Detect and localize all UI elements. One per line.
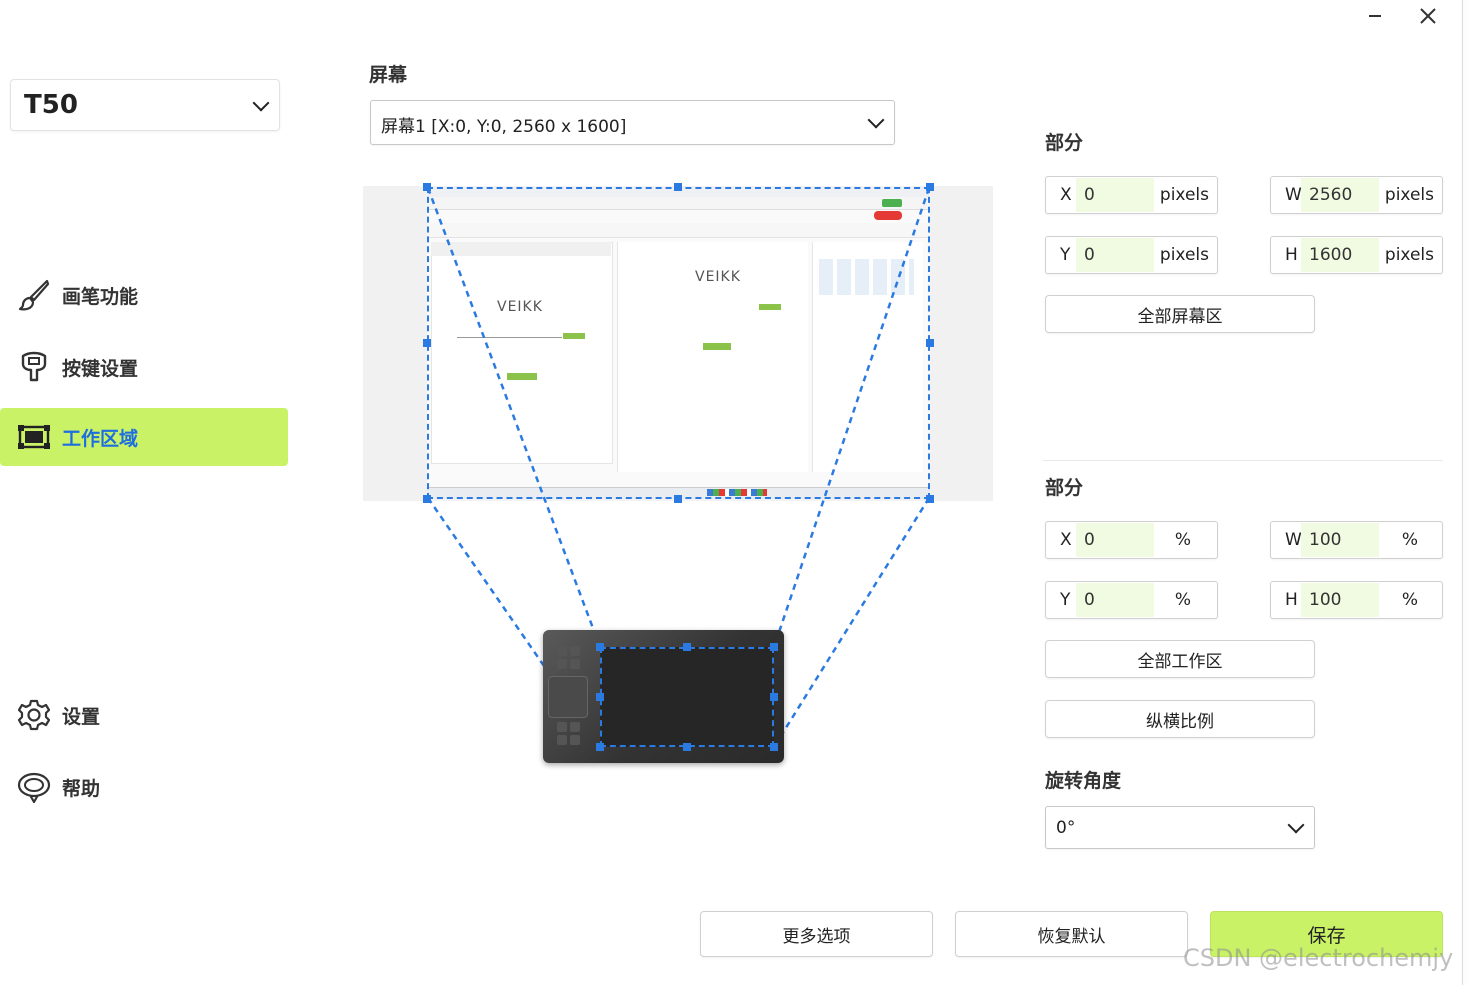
- tablet-key: [570, 735, 580, 745]
- restore-defaults-button[interactable]: 恢复默认: [955, 911, 1188, 957]
- tablet-x-input[interactable]: 0: [1076, 523, 1154, 557]
- field-unit: %: [1174, 590, 1191, 610]
- field-unit: %: [1401, 530, 1418, 550]
- rotation-select-value: 0°: [1056, 818, 1076, 838]
- resize-handle[interactable]: [596, 693, 604, 701]
- resize-handle[interactable]: [683, 643, 691, 651]
- field-unit: pixels: [1384, 185, 1434, 205]
- tablet-y-field[interactable]: Y 0 %: [1045, 581, 1218, 619]
- resize-handle[interactable]: [683, 743, 691, 751]
- field-letter: H: [1285, 590, 1298, 610]
- screen-w-field[interactable]: W 2560 pixels: [1270, 176, 1443, 214]
- screen-w-input[interactable]: 2560: [1301, 178, 1379, 212]
- tablet-selection-frame[interactable]: [600, 647, 774, 747]
- screen-x-field[interactable]: X 0 pixels: [1045, 176, 1218, 214]
- tablet-h-input[interactable]: 100: [1301, 583, 1379, 617]
- section-divider: [1043, 460, 1443, 461]
- full-work-area-button[interactable]: 全部工作区: [1045, 640, 1315, 678]
- screen-y-input[interactable]: 0: [1076, 238, 1154, 272]
- field-letter: Y: [1060, 245, 1071, 265]
- field-unit: %: [1174, 530, 1191, 550]
- tablet-key: [557, 722, 567, 732]
- resize-handle[interactable]: [770, 693, 778, 701]
- field-unit: pixels: [1159, 185, 1209, 205]
- tablet-y-input[interactable]: 0: [1076, 583, 1154, 617]
- field-letter: W: [1285, 530, 1302, 550]
- screen-h-field[interactable]: H 1600 pixels: [1270, 236, 1443, 274]
- resize-handle[interactable]: [596, 643, 604, 651]
- field-letter: H: [1285, 245, 1298, 265]
- more-options-button[interactable]: 更多选项: [700, 911, 933, 957]
- tablet-key: [557, 735, 567, 745]
- screen-h-input[interactable]: 1600: [1301, 238, 1379, 272]
- tablet-area-label: 部分: [1045, 477, 1084, 499]
- full-screen-area-button[interactable]: 全部屏幕区: [1045, 295, 1315, 333]
- resize-handle[interactable]: [596, 743, 604, 751]
- field-letter: X: [1060, 530, 1072, 550]
- tablet-touch-pad: [548, 676, 588, 718]
- field-letter: Y: [1060, 590, 1071, 610]
- tablet-key: [557, 646, 567, 656]
- rotation-select[interactable]: 0°: [1045, 806, 1315, 849]
- tablet-key: [570, 659, 580, 669]
- field-unit: %: [1401, 590, 1418, 610]
- watermark: CSDN @electrochemjy: [1183, 944, 1454, 972]
- tablet-key: [570, 722, 580, 732]
- tablet-w-input[interactable]: 100: [1301, 523, 1379, 557]
- field-letter: X: [1060, 185, 1072, 205]
- tablet-x-field[interactable]: X 0 %: [1045, 521, 1218, 559]
- field-letter: W: [1285, 185, 1302, 205]
- tablet-w-field[interactable]: W 100 %: [1270, 521, 1443, 559]
- aspect-ratio-button[interactable]: 纵横比例: [1045, 700, 1315, 738]
- resize-handle[interactable]: [770, 643, 778, 651]
- rotation-label: 旋转角度: [1045, 770, 1122, 792]
- tablet-h-field[interactable]: H 100 %: [1270, 581, 1443, 619]
- screen-y-field[interactable]: Y 0 pixels: [1045, 236, 1218, 274]
- field-unit: pixels: [1384, 245, 1434, 265]
- screen-area-label: 部分: [1045, 132, 1084, 154]
- tablet-key: [570, 646, 580, 656]
- background-window-edge: [1462, 0, 1468, 985]
- tablet-key: [557, 659, 567, 669]
- field-unit: pixels: [1159, 245, 1209, 265]
- chevron-down-icon: [1287, 816, 1305, 834]
- screen-x-input[interactable]: 0: [1076, 178, 1154, 212]
- resize-handle[interactable]: [770, 743, 778, 751]
